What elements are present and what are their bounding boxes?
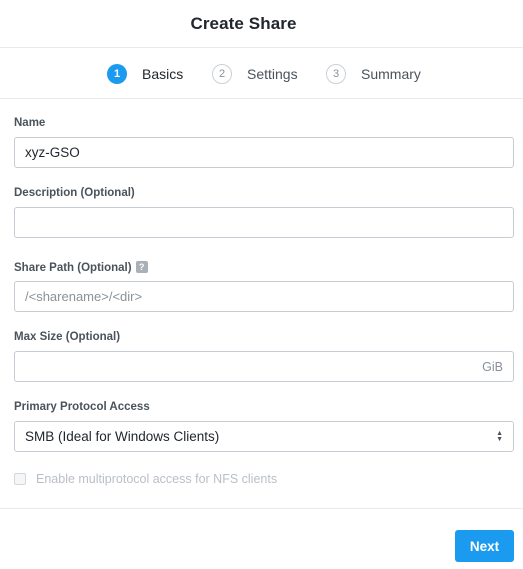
next-button[interactable]: Next [455, 530, 514, 562]
step-label-basics: Basics [142, 66, 184, 82]
max-size-unit: GiB [482, 360, 503, 374]
step-basics[interactable]: 1 Basics [107, 63, 183, 85]
step-number-summary: 3 [326, 64, 346, 84]
description-input[interactable] [14, 207, 514, 238]
dialog-header: Create Share [0, 0, 523, 48]
multiprotocol-label: Enable multiprotocol access for NFS clie… [36, 472, 278, 486]
step-label-settings: Settings [247, 66, 298, 82]
protocol-select[interactable]: SMB (Ideal for Windows Clients) ▲ ▼ [14, 421, 514, 452]
footer-divider [0, 508, 523, 509]
share-path-placeholder: /<sharename>/<dir> [25, 289, 143, 304]
step-settings[interactable]: 2 Settings [212, 63, 298, 85]
share-path-label-text: Share Path (Optional) [14, 262, 132, 274]
name-input[interactable]: xyz-GSO [14, 137, 514, 168]
dialog-title: Create Share [190, 14, 297, 33]
share-path-label: Share Path (Optional)? [14, 261, 148, 274]
header-divider [0, 47, 523, 48]
help-icon[interactable]: ? [135, 261, 148, 273]
multiprotocol-checkbox[interactable] [14, 473, 26, 485]
wizard-steps: 1 Basics 2 Settings 3 Summary [0, 63, 523, 85]
step-number-settings: 2 [212, 64, 232, 84]
step-number-basics: 1 [107, 64, 127, 84]
steps-divider [0, 98, 523, 99]
protocol-selected-value: SMB (Ideal for Windows Clients) [25, 429, 220, 444]
step-label-summary: Summary [361, 66, 421, 82]
multiprotocol-row: Enable multiprotocol access for NFS clie… [14, 472, 277, 486]
share-path-input[interactable]: /<sharename>/<dir> [14, 281, 514, 312]
name-input-value: xyz-GSO [25, 145, 80, 160]
max-size-input[interactable]: GiB [14, 351, 514, 382]
description-label: Description (Optional) [14, 187, 135, 199]
protocol-label: Primary Protocol Access [14, 401, 150, 413]
select-arrows-icon: ▲ ▼ [496, 430, 503, 443]
step-summary[interactable]: 3 Summary [326, 63, 421, 85]
max-size-label: Max Size (Optional) [14, 331, 121, 343]
name-label: Name [14, 117, 46, 129]
